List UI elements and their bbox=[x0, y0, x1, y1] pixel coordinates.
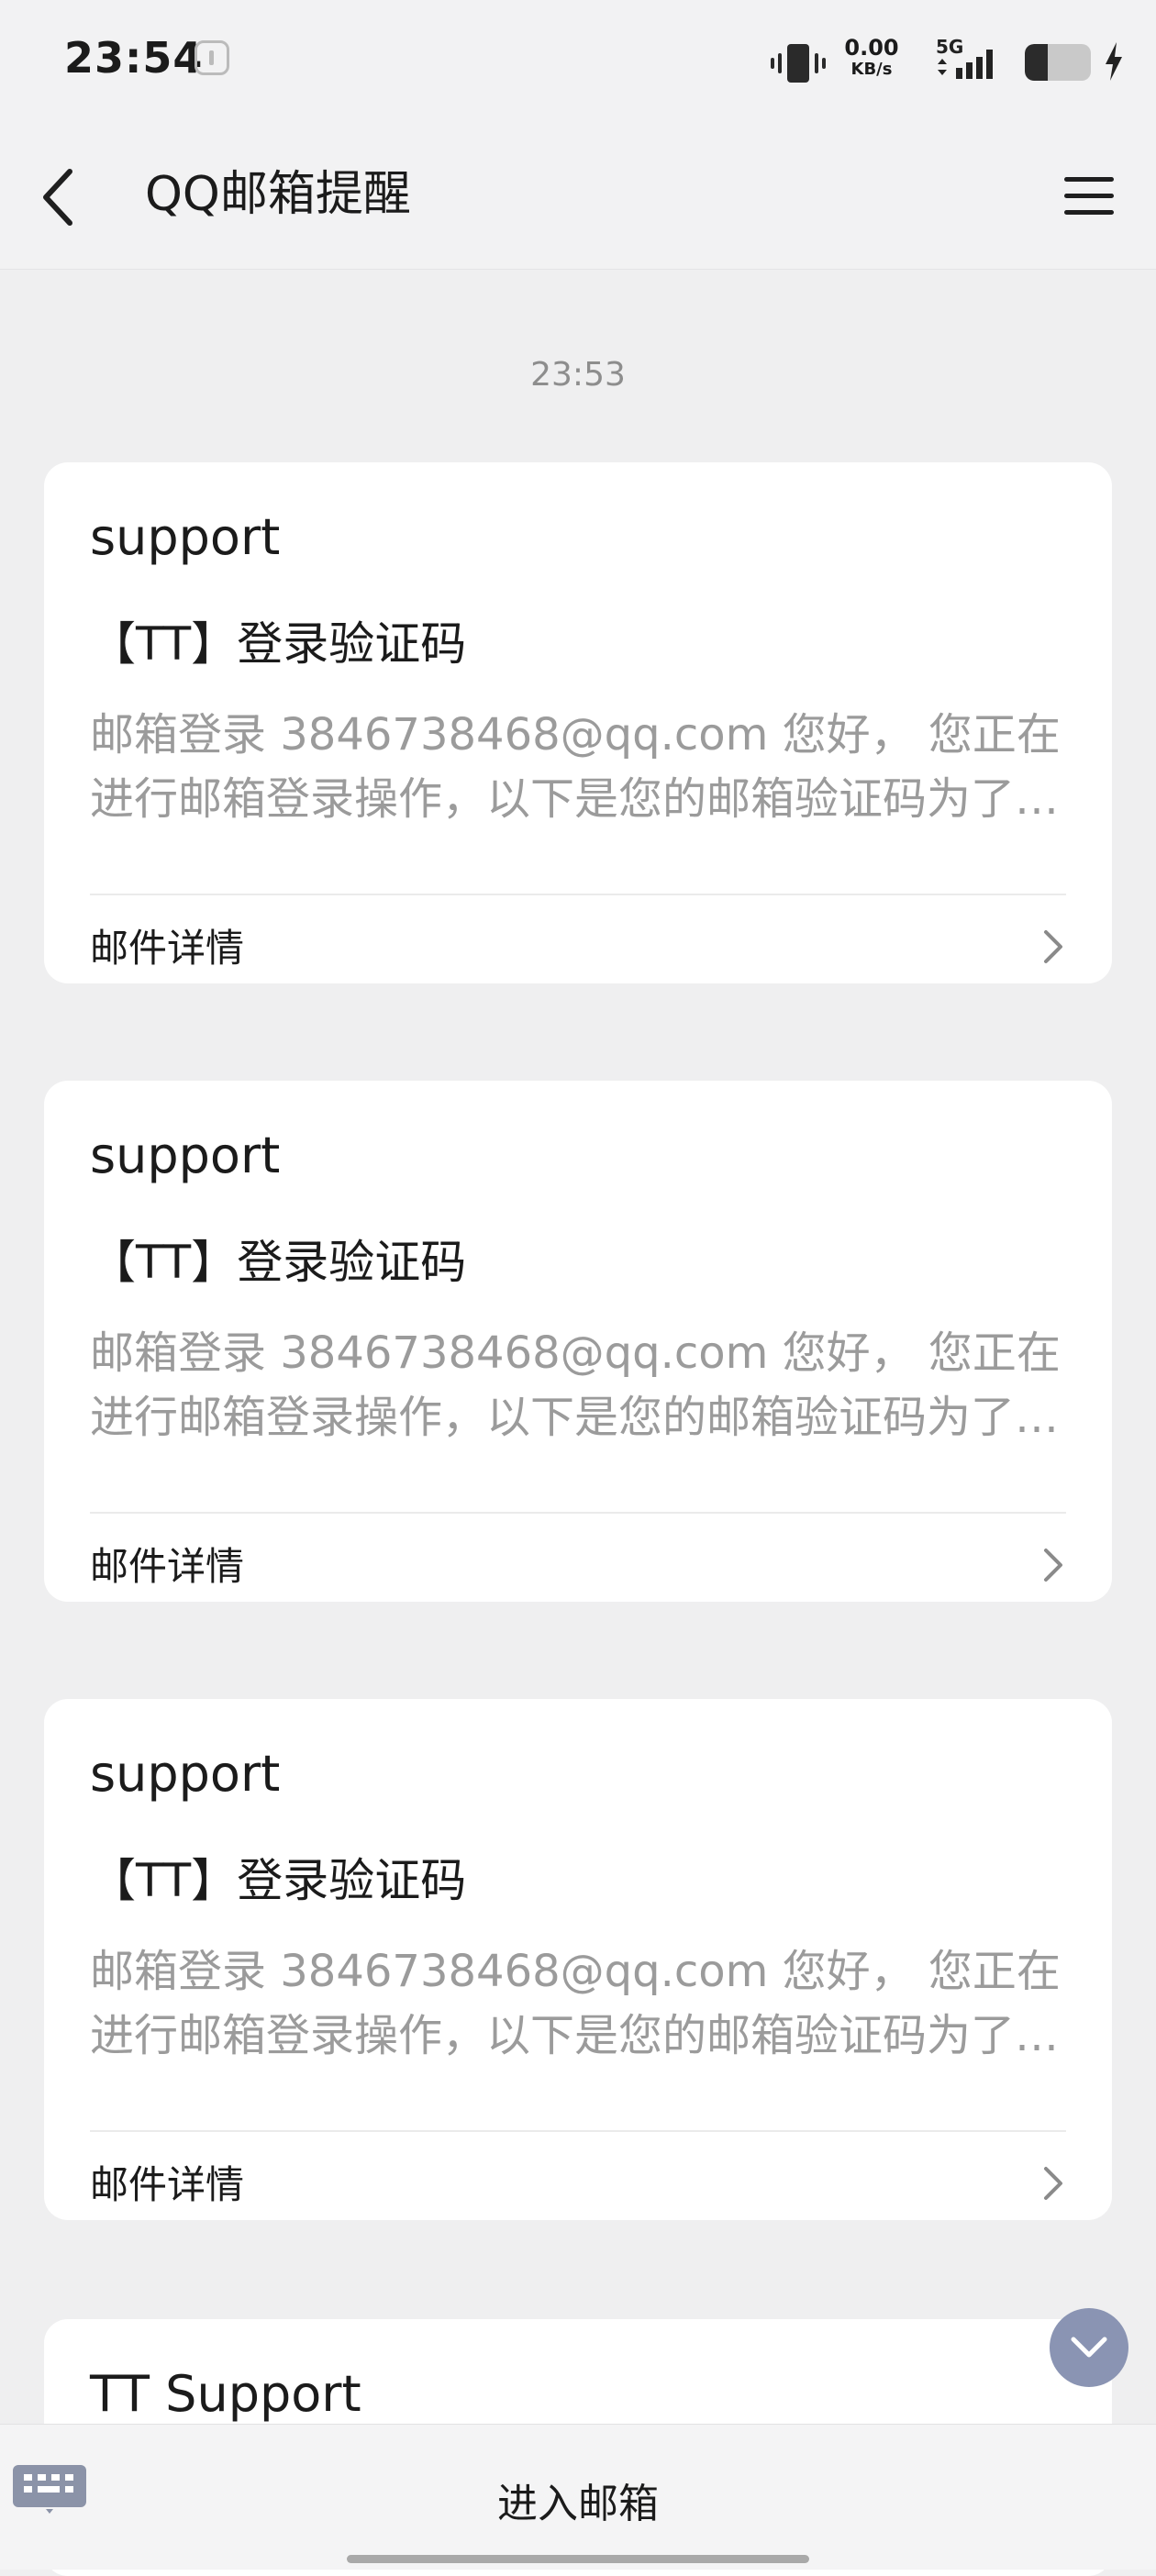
cellular-signal-icon: 5G bbox=[936, 37, 993, 79]
message-timestamp: 23:53 bbox=[530, 356, 626, 394]
back-arrow-icon bbox=[43, 169, 72, 226]
network-speed-unit: KB/s bbox=[850, 60, 893, 79]
scroll-to-bottom-button[interactable] bbox=[1050, 2308, 1128, 2387]
menu-button[interactable] bbox=[1053, 164, 1127, 228]
vibrate-icon bbox=[771, 44, 826, 83]
hamburger-menu-icon bbox=[1064, 177, 1114, 182]
email-sender: support bbox=[90, 508, 281, 566]
chevron-right-icon bbox=[1044, 930, 1062, 963]
notification-info-icon bbox=[195, 40, 229, 75]
hamburger-menu-icon-bar bbox=[1064, 194, 1114, 198]
network-type: 5G bbox=[936, 37, 963, 58]
battery-icon bbox=[1025, 44, 1091, 81]
app-header: QQ邮箱提醒 bbox=[0, 124, 1156, 270]
chevron-right-icon bbox=[1044, 2167, 1062, 2200]
email-detail-link[interactable]: 邮件详情 bbox=[44, 2132, 1112, 2220]
enter-mailbox-button[interactable]: 进入邮箱 bbox=[0, 2471, 1156, 2529]
email-detail-label: 邮件详情 bbox=[90, 1544, 245, 1589]
email-preview: 邮箱登录 3846738468@qq.com 您好， 您正在进行邮箱登录操作，以… bbox=[90, 1946, 1061, 2061]
email-preview: 邮箱登录 3846738468@qq.com 您好， 您正在进行邮箱登录操作，以… bbox=[90, 1327, 1061, 1443]
email-detail-link[interactable]: 邮件详情 bbox=[44, 895, 1112, 983]
email-preview: 邮箱登录 3846738468@qq.com 您好， 您正在进行邮箱登录操作，以… bbox=[90, 709, 1061, 825]
network-speed: 0.00 KB/s bbox=[844, 37, 899, 81]
home-indicator[interactable] bbox=[347, 2555, 809, 2563]
email-sender: support bbox=[90, 1745, 281, 1803]
chevron-right-icon bbox=[1044, 1549, 1062, 1582]
email-subject: 【TT】登录验证码 bbox=[90, 1854, 467, 1907]
charging-icon bbox=[1106, 42, 1122, 81]
bottom-bar: 进入邮箱 bbox=[0, 2424, 1156, 2570]
back-button[interactable] bbox=[28, 161, 101, 234]
email-detail-label: 邮件详情 bbox=[90, 2162, 245, 2207]
email-detail-label: 邮件详情 bbox=[90, 926, 245, 971]
email-detail-link[interactable]: 邮件详情 bbox=[44, 1514, 1112, 1602]
network-speed-value: 0.00 bbox=[844, 35, 899, 61]
email-subject: 【TT】登录验证码 bbox=[90, 617, 467, 671]
email-sender: TT Support bbox=[90, 2365, 361, 2423]
battery-level-fill bbox=[1025, 44, 1049, 81]
status-time: 23:54 bbox=[64, 33, 204, 83]
email-card[interactable]: support 【TT】登录验证码 邮箱登录 3846738468@qq.com… bbox=[44, 462, 1112, 983]
page-title: QQ邮箱提醒 bbox=[145, 167, 411, 222]
status-bar: 23:54 0.00 KB/s 5G bbox=[0, 0, 1156, 124]
email-subject: 【TT】登录验证码 bbox=[90, 1236, 467, 1289]
email-sender: support bbox=[90, 1127, 281, 1184]
email-card[interactable]: support 【TT】登录验证码 邮箱登录 3846738468@qq.com… bbox=[44, 1081, 1112, 1602]
hamburger-menu-icon-bar bbox=[1064, 210, 1114, 215]
email-card[interactable]: support 【TT】登录验证码 邮箱登录 3846738468@qq.com… bbox=[44, 1699, 1112, 2220]
chevron-down-icon bbox=[1071, 2337, 1107, 2358]
